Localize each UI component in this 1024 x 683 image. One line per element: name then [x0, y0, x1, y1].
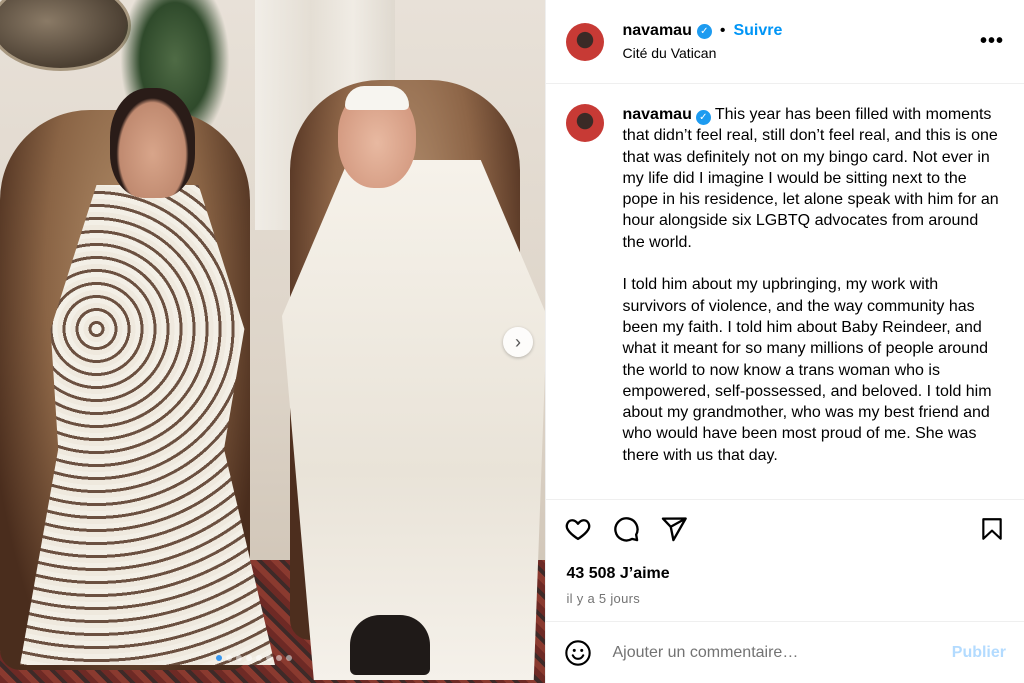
author-avatar[interactable]: [566, 22, 605, 61]
post-side-panel: navamau ✓ • Suivre Cité du Vatican ••• n…: [545, 0, 1024, 683]
carousel-dot: [226, 655, 232, 661]
photo-zucchetto: [345, 86, 409, 110]
like-count[interactable]: 43 508 J’aime: [546, 557, 1024, 585]
bookmark-icon: [982, 517, 1002, 540]
post-header: navamau ✓ • Suivre Cité du Vatican •••: [546, 0, 1024, 84]
carousel-dot: [216, 655, 222, 661]
emoji-icon: [565, 639, 592, 666]
carousel-dot: [286, 655, 292, 661]
action-bar: [546, 499, 1024, 557]
carousel-dot: [276, 655, 282, 661]
comment-input[interactable]: [610, 642, 952, 663]
photo-pope-shoes: [350, 615, 430, 675]
post-photo[interactable]: ›: [0, 0, 546, 683]
carousel-dots: [216, 655, 292, 661]
send-icon: [662, 516, 688, 541]
emoji-button[interactable]: [564, 639, 592, 667]
instagram-post-view: › navamau ✓ • Suivre Cité du Vatican •••…: [0, 0, 1024, 683]
carousel-dot: [256, 655, 262, 661]
carousel-next-button[interactable]: ›: [503, 327, 533, 357]
caption-body: This year has been filled with moments t…: [622, 106, 999, 464]
chevron-right-icon: ›: [515, 331, 521, 352]
header-text: navamau ✓ • Suivre Cité du Vatican: [622, 22, 980, 61]
caption-author-avatar[interactable]: [566, 104, 605, 142]
comment-icon: [614, 516, 640, 542]
post-location[interactable]: Cité du Vatican: [622, 45, 980, 61]
carousel-dot: [236, 655, 242, 661]
carousel-dot: [266, 655, 272, 661]
save-button[interactable]: [978, 515, 1006, 543]
post-date[interactable]: il y a 5 jours: [546, 585, 1024, 621]
photo-woman-head: [110, 88, 195, 198]
like-button[interactable]: [564, 515, 592, 543]
heart-icon: [566, 518, 591, 540]
carousel-dot: [246, 655, 252, 661]
more-options-icon[interactable]: •••: [980, 30, 1004, 53]
publish-button[interactable]: Publier: [952, 644, 1006, 662]
caption-row: navamau ✓ This year has been filled with m…: [566, 104, 1004, 466]
follow-button[interactable]: Suivre: [733, 22, 782, 40]
share-button[interactable]: [660, 515, 688, 543]
caption-scroll-area[interactable]: navamau ✓ This year has been filled with m…: [546, 84, 1024, 499]
header-line: navamau ✓ • Suivre: [622, 22, 980, 40]
caption-text: navamau ✓ This year has been filled with m…: [622, 104, 1004, 466]
comment-button[interactable]: [612, 515, 640, 543]
caption-author-username[interactable]: navamau: [622, 106, 691, 123]
comment-bar: Publier: [546, 621, 1024, 683]
header-separator: •: [719, 22, 726, 39]
photo-pope: [282, 160, 546, 680]
author-username[interactable]: navamau: [622, 22, 691, 40]
verified-badge-icon: ✓: [695, 110, 711, 126]
verified-badge-icon: ✓: [696, 23, 712, 39]
